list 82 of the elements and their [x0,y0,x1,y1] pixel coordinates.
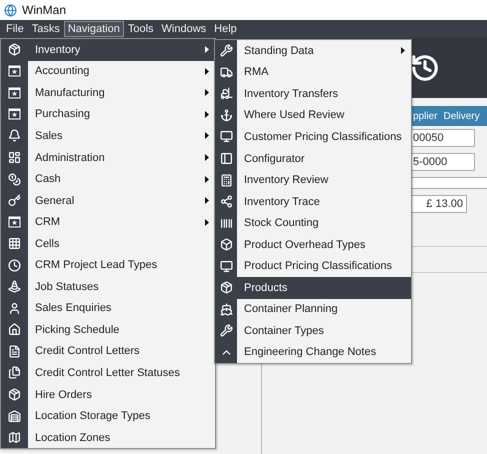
menu-item[interactable]: Container Types [215,320,411,342]
wrench-icon [220,324,232,338]
anchor-icon [220,108,232,122]
warehouse-icon [8,410,21,423]
menu-bar-item[interactable]: Help [210,21,241,37]
menu-item[interactable]: Manufacturing [1,82,215,104]
cone-icon [8,280,21,294]
menu-item[interactable]: Credit Control Letter Statuses [1,362,215,384]
menu-bar-item[interactable]: File [2,21,28,37]
menu-item[interactable]: General [1,190,215,212]
menu-item[interactable]: Engineering Change Notes [215,342,411,364]
menu-bar-item[interactable]: Tasks [28,21,64,37]
wrench-icon [220,44,232,58]
menu-item[interactable]: Purchasing [1,104,215,126]
star-window-icon [8,86,21,99]
history-icon[interactable] [410,53,440,83]
menu-item[interactable]: Sales Enquiries [1,298,215,320]
menu-item[interactable]: Location Storage Types [1,405,215,427]
menu-item[interactable]: Inventory Trace [215,190,411,212]
menu-item[interactable]: RMA [215,62,411,84]
bell-icon [8,129,21,142]
menu-item[interactable]: Configurator [215,148,411,170]
monitor-icon [220,130,232,144]
package-icon [8,43,21,56]
nodes-icon [220,195,232,208]
menu-item[interactable]: Sales [1,125,215,147]
input-field[interactable] [409,177,487,189]
documents-icon [8,366,21,380]
menu-item[interactable]: Standing Data [215,40,411,62]
menu-item[interactable]: Inventory Transfers [215,83,411,105]
grid-icon [8,237,21,250]
calculator-icon [220,174,232,187]
house-icon [8,323,21,336]
ship-icon [220,302,232,316]
menu-item[interactable]: Stock Counting [215,212,411,234]
dashboard-icon [8,151,21,164]
document-icon [8,344,21,358]
menu-item[interactable]: Inventory Review [215,169,411,191]
input-field[interactable]: 00050 [409,129,475,147]
tab[interactable]: Delivery [443,110,480,122]
menu-item[interactable]: Cash [1,168,215,190]
package-icon [8,388,21,402]
menu-item[interactable]: Product Overhead Types [215,234,411,256]
menu-item[interactable]: Administration [1,146,215,168]
menu-bar-item[interactable]: Windows [158,21,210,37]
menu-item[interactable]: Credit Control Letters [1,340,215,362]
menu-bar-item[interactable]: Tools [124,21,158,37]
barcode-icon [220,216,232,230]
menu-item[interactable]: Inventory [1,39,215,61]
menu-bar-item[interactable]: Navigation [64,21,124,37]
menu-item[interactable]: Accounting [1,60,215,82]
menu-item[interactable]: Job Statuses [1,276,215,298]
clock-icon [8,258,21,272]
star-window-icon [8,108,21,120]
menu-item[interactable]: Hire Orders [1,384,215,406]
app-logo-icon [4,4,17,16]
panel-icon [220,152,232,165]
menu-item[interactable]: Where Used Review [215,104,411,126]
star-window-icon [8,65,21,78]
menu-item[interactable]: Cells [1,232,215,254]
star-window-icon [8,216,21,228]
coins-icon [8,172,21,186]
forklift-icon [220,87,232,100]
menu-item[interactable]: Picking Schedule [1,319,215,341]
box-icon [220,238,232,252]
key-icon [8,194,21,208]
input-field[interactable]: 5-0000 [409,153,475,171]
menu-item[interactable]: Customer Pricing Classifications [215,126,411,148]
menu-item[interactable]: Location Zones [1,426,215,448]
map-icon [8,431,21,444]
package-icon [220,281,232,294]
menu-item[interactable]: Products [215,277,411,299]
input-field[interactable]: £ 13.00 [409,195,467,213]
menu-item[interactable]: CRM [1,211,215,233]
menu-item[interactable]: Container Planning [215,298,411,320]
window-title: WinMan [22,3,66,17]
user-icon [8,302,21,315]
tab[interactable]: pplier [413,110,438,122]
menu-item[interactable]: Product Pricing Classifications [215,255,411,278]
monitor-icon [220,260,232,273]
menu-item[interactable]: CRM Project Lead Types [1,254,215,276]
truck-icon [220,66,232,79]
